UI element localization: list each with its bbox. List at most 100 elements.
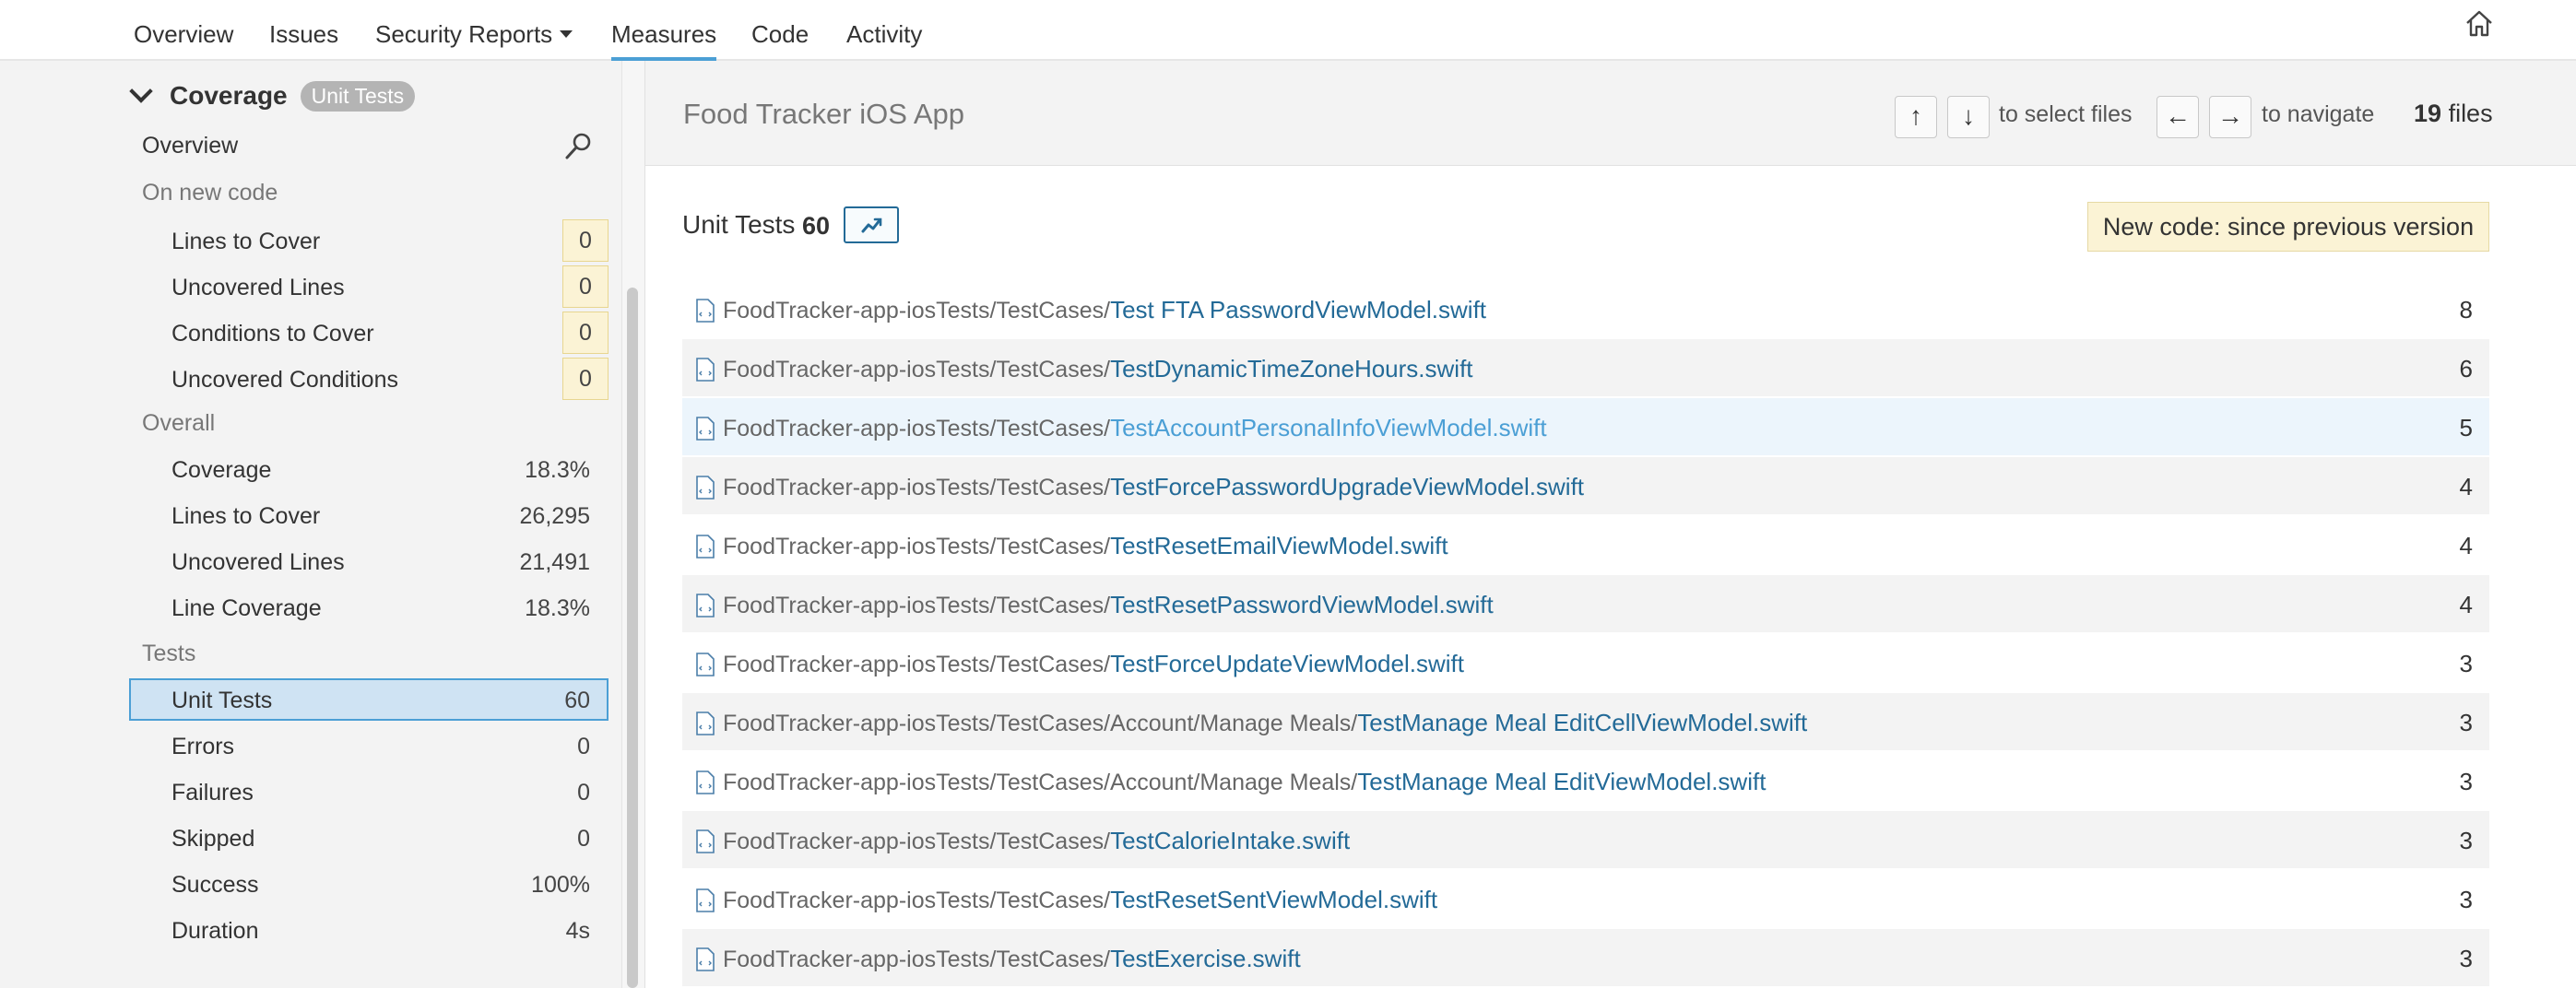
file-row[interactable]: FoodTracker-app-iosTests/TestCases/Test …	[682, 280, 2489, 337]
sidebar-overview-link[interactable]: Overview	[142, 133, 238, 159]
chevron-down-icon	[560, 30, 573, 39]
key-right: →	[2209, 96, 2251, 138]
file-name[interactable]: TestManage Meal EditViewModel.swift	[1357, 768, 1766, 795]
sidebar-item-value: 60	[564, 688, 590, 713]
file-name[interactable]: TestResetSentViewModel.swift	[1110, 886, 1437, 913]
file-name[interactable]: TestForceUpdateViewModel.swift	[1110, 650, 1464, 677]
files-count-label: files	[2448, 100, 2493, 127]
file-name[interactable]: TestResetEmailViewModel.swift	[1110, 532, 1448, 559]
sidebar-item-label: Uncovered Lines	[171, 275, 345, 300]
file-metric-value: 4	[2459, 532, 2473, 559]
sidebar-item-new-uncovered-lines[interactable]: Uncovered Lines 0	[129, 265, 609, 308]
file-name[interactable]: TestAccountPersonalInfoViewModel.swift	[1110, 414, 1547, 441]
file-metric-value: 3	[2459, 768, 2473, 795]
file-name[interactable]: TestResetPasswordViewModel.swift	[1110, 591, 1494, 618]
tab-activity[interactable]: Activity	[846, 20, 922, 49]
sidebar-item-uncovered-lines[interactable]: Uncovered Lines 21,491	[129, 540, 609, 582]
file-name[interactable]: TestCalorieIntake.swift	[1110, 827, 1350, 854]
file-name[interactable]: TestDynamicTimeZoneHours.swift	[1110, 355, 1472, 382]
file-row[interactable]: FoodTracker-app-iosTests/TestCases/TestR…	[682, 870, 2489, 927]
file-icon	[696, 417, 715, 441]
key-left: ←	[2157, 96, 2199, 138]
file-row[interactable]: FoodTracker-app-iosTests/TestCases/TestR…	[682, 575, 2489, 632]
file-row[interactable]: FoodTracker-app-iosTests/TestCases/TestE…	[682, 929, 2489, 986]
file-icon	[696, 888, 715, 912]
file-name[interactable]: TestExercise.swift	[1110, 945, 1301, 972]
file-name[interactable]: TestForcePasswordUpgradeViewModel.swift	[1110, 473, 1584, 500]
file-directory: FoodTracker-app-iosTests/TestCases/	[723, 298, 1111, 323]
file-metric-value: 3	[2459, 945, 2473, 972]
sidebar-item-unit-tests[interactable]: Unit Tests 60	[129, 678, 609, 721]
metric-name: Unit Tests	[682, 210, 796, 239]
tab-measures[interactable]: Measures	[611, 20, 717, 62]
sidebar-item-failures[interactable]: Failures 0	[129, 770, 609, 813]
sidebar-item-errors[interactable]: Errors 0	[129, 724, 609, 767]
sidebar-item-label: Lines to Cover	[171, 229, 321, 254]
new-code-value: 0	[562, 219, 609, 262]
new-code-value: 0	[562, 312, 609, 354]
sidebar-scrollbar-thumb[interactable]	[627, 288, 638, 988]
coverage-domain-header[interactable]: Coverage Unit Tests	[129, 79, 416, 112]
file-icon	[696, 476, 715, 500]
sidebar-item-success[interactable]: Success 100%	[129, 863, 609, 905]
sidebar-item-label: Success	[171, 872, 259, 898]
file-directory: FoodTracker-app-iosTests/TestCases/	[723, 888, 1111, 913]
file-row[interactable]: FoodTracker-app-iosTests/TestCases/TestF…	[682, 634, 2489, 691]
history-chart-icon	[861, 218, 882, 233]
file-icon	[696, 535, 715, 559]
file-icon	[696, 299, 715, 323]
top-navigation: Overview Issues Security Reports Measure…	[0, 0, 2576, 62]
sidebar-item-new-conditions-to-cover[interactable]: Conditions to Cover 0	[129, 312, 609, 354]
tab-security-reports[interactable]: Security Reports	[375, 20, 573, 49]
sidebar-item-value: 0	[577, 734, 590, 759]
history-button[interactable]	[844, 206, 899, 243]
sidebar-item-label: Skipped	[171, 826, 255, 852]
new-code-period-badge: New code: since previous version	[2087, 202, 2489, 252]
sidebar-item-line-coverage[interactable]: Line Coverage 18.3%	[129, 586, 609, 629]
sidebar-item-value: 26,295	[519, 503, 590, 529]
file-name[interactable]: TestManage Meal EditCellViewModel.swift	[1357, 709, 1807, 736]
sidebar-item-value: 100%	[531, 872, 590, 898]
file-row[interactable]: FoodTracker-app-iosTests/TestCases/Accou…	[682, 693, 2489, 750]
sidebar-item-duration[interactable]: Duration 4s	[129, 909, 609, 951]
file-path: FoodTracker-app-iosTests/TestCases/TestR…	[723, 886, 1437, 914]
on-new-code-label: On new code	[142, 180, 278, 206]
file-metric-value: 3	[2459, 827, 2473, 854]
tab-issues[interactable]: Issues	[269, 20, 338, 49]
file-path: FoodTracker-app-iosTests/TestCases/Test …	[723, 296, 1486, 324]
sidebar-item-value: 18.3%	[525, 595, 590, 621]
files-count-number: 19	[2414, 100, 2442, 127]
file-metric-value: 3	[2459, 650, 2473, 677]
file-row[interactable]: FoodTracker-app-iosTests/TestCases/TestA…	[682, 398, 2489, 455]
file-icon	[696, 712, 715, 735]
file-row[interactable]: FoodTracker-app-iosTests/TestCases/Accou…	[682, 752, 2489, 809]
sidebar-item-skipped[interactable]: Skipped 0	[129, 817, 609, 859]
file-row[interactable]: FoodTracker-app-iosTests/TestCases/TestD…	[682, 339, 2489, 396]
file-directory: FoodTracker-app-iosTests/TestCases/	[723, 475, 1111, 500]
file-path: FoodTracker-app-iosTests/TestCases/TestR…	[723, 532, 1448, 560]
sidebar-item-label: Duration	[171, 918, 259, 944]
new-code-value: 0	[562, 358, 609, 400]
file-icon	[696, 653, 715, 676]
file-row[interactable]: FoodTracker-app-iosTests/TestCases/TestC…	[682, 811, 2489, 868]
file-name[interactable]: Test FTA PasswordViewModel.swift	[1110, 296, 1486, 323]
file-directory: FoodTracker-app-iosTests/TestCases/	[723, 947, 1111, 972]
sidebar-item-lines-to-cover[interactable]: Lines to Cover 26,295	[129, 494, 609, 536]
home-icon[interactable]	[2464, 7, 2495, 39]
metric-value: 60	[802, 212, 831, 240]
sidebar-item-coverage[interactable]: Coverage 18.3%	[129, 448, 609, 490]
chevron-down-icon	[129, 79, 153, 103]
file-path: FoodTracker-app-iosTests/TestCases/TestD…	[723, 355, 1473, 383]
search-icon[interactable]	[562, 129, 596, 162]
sidebar-item-new-lines-to-cover[interactable]: Lines to Cover 0	[129, 219, 609, 262]
tab-code[interactable]: Code	[751, 20, 809, 49]
select-files-hint: to select files	[1999, 101, 2133, 127]
file-row[interactable]: FoodTracker-app-iosTests/TestCases/TestR…	[682, 516, 2489, 573]
tab-overview[interactable]: Overview	[134, 20, 233, 49]
file-directory: FoodTracker-app-iosTests/TestCases/	[723, 357, 1111, 382]
files-count: 19 files	[2414, 100, 2493, 128]
tab-security-reports-label: Security Reports	[375, 20, 553, 48]
file-row[interactable]: FoodTracker-app-iosTests/TestCases/TestF…	[682, 457, 2489, 514]
sidebar-item-new-uncovered-conditions[interactable]: Uncovered Conditions 0	[129, 358, 609, 400]
project-title[interactable]: Food Tracker iOS App	[683, 98, 964, 131]
